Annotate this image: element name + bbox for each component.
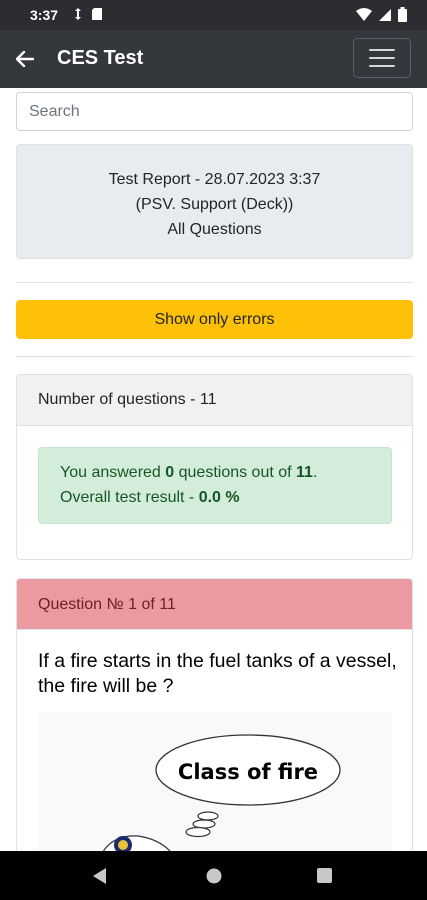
wifi-icon: [356, 7, 372, 21]
sd-card-icon: [92, 8, 102, 20]
system-navigation-bar: [0, 851, 427, 900]
app-title: CES Test: [57, 47, 144, 69]
divider: [16, 282, 413, 283]
report-scope: All Questions: [167, 221, 262, 238]
search-input[interactable]: [16, 92, 413, 131]
arrow-left-icon: [16, 51, 34, 67]
nav-back-icon[interactable]: [93, 868, 107, 884]
summary-header: Number of questions - 11: [17, 375, 412, 426]
nav-home-icon[interactable]: [206, 868, 222, 884]
report-subject: (PSV. Support (Deck)): [135, 196, 294, 213]
main-content[interactable]: Test Report - 28.07.2023 3:37 (PSV. Supp…: [0, 88, 427, 851]
answered-line: You answered 0 questions out of 11.: [60, 464, 318, 481]
divider: [16, 356, 413, 357]
app-bar: CES Test: [0, 30, 427, 88]
result-line: Overall test result - 0.0 %: [60, 489, 240, 506]
battery-icon: [398, 7, 407, 22]
image-caption: Class of fire: [178, 760, 318, 784]
menu-button[interactable]: [353, 38, 411, 78]
status-system-icons: [356, 7, 407, 22]
test-report-box: Test Report - 28.07.2023 3:37 (PSV. Supp…: [16, 144, 413, 259]
answered-count: 0: [165, 464, 175, 481]
back-button[interactable]: [10, 44, 40, 74]
status-bar: 3:37: [0, 0, 427, 30]
question-image: Class of fire: [38, 712, 392, 851]
signal-icon: [379, 8, 391, 21]
report-title: Test Report - 28.07.2023 3:37: [108, 171, 321, 188]
question-text: If a fire starts in the fuel tanks of a …: [38, 650, 397, 697]
show-only-errors-button[interactable]: Show only errors: [16, 300, 413, 339]
question-illustration: Class of fire: [102, 734, 341, 851]
summary-card: Number of questions - 11 You answered 0 …: [16, 374, 413, 560]
hamburger-icon: [369, 49, 395, 51]
status-notification-icons: [73, 7, 103, 21]
status-time: 3:37: [30, 7, 59, 23]
data-sync-icon: [75, 8, 81, 20]
question-header: Question № 1 of 11: [17, 579, 412, 630]
result-alert: You answered 0 questions out of 11. Over…: [38, 447, 392, 524]
total-count: 11: [296, 464, 313, 481]
question-card: Question № 1 of 11 If a fire starts in t…: [16, 578, 413, 851]
nav-recents-icon[interactable]: [317, 868, 332, 883]
result-value: 0.0 %: [198, 489, 240, 506]
